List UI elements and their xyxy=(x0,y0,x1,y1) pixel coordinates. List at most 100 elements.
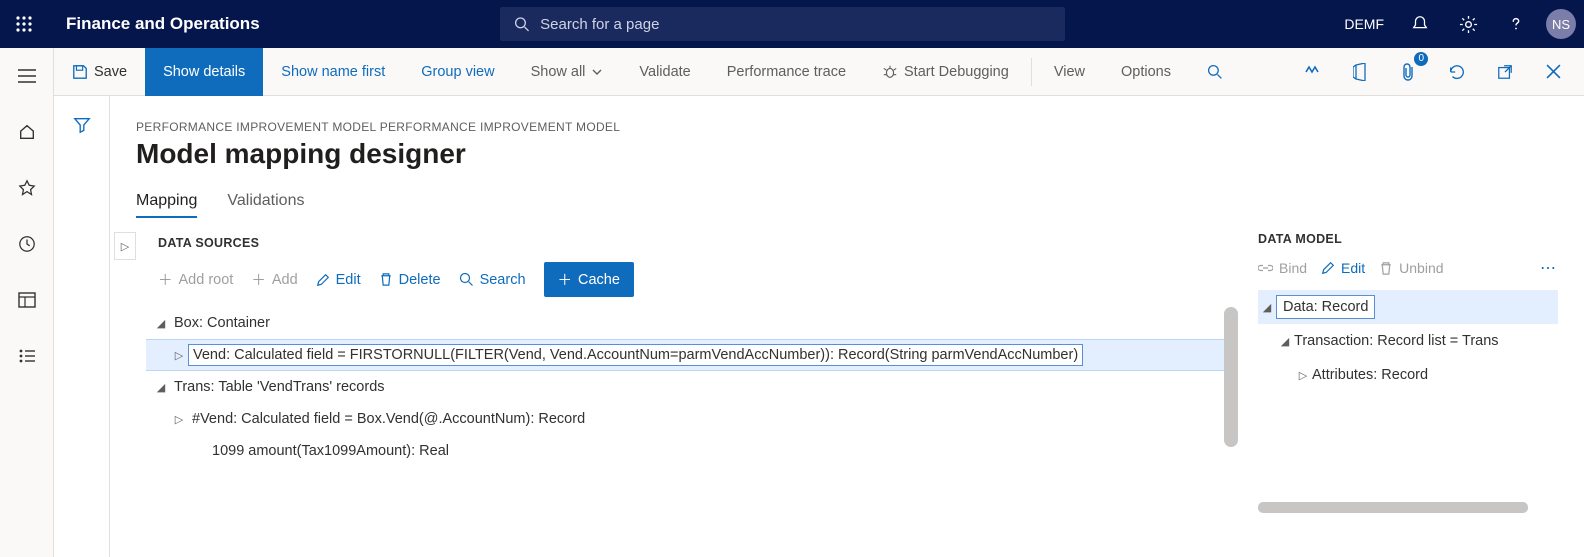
show-details-button[interactable]: Show details xyxy=(145,48,263,96)
tree-node-vend[interactable]: ▷Vend: Calculated field = FIRSTORNULL(FI… xyxy=(146,339,1224,371)
dm-edit-button[interactable]: Edit xyxy=(1321,260,1365,276)
main-panel: PERFORMANCE IMPROVEMENT MODEL PERFORMANC… xyxy=(110,96,1584,557)
notifications-icon[interactable] xyxy=(1398,0,1442,48)
show-name-first-button[interactable]: Show name first xyxy=(263,48,403,96)
search-icon xyxy=(459,272,474,287)
global-search[interactable] xyxy=(500,7,1065,41)
save-icon xyxy=(72,64,88,80)
data-sources-pane: ▷ DATA SOURCES ＋Add root ＋Add Edit Delet… xyxy=(136,232,1224,513)
left-nav-rail xyxy=(0,48,54,557)
add-root-button[interactable]: ＋Add root xyxy=(158,269,233,290)
tree-node-label: #Vend: Calculated field = Box.Vend(@.Acc… xyxy=(188,409,589,429)
tree-node-box[interactable]: ◢Box: Container xyxy=(146,307,1224,339)
performance-trace-button[interactable]: Performance trace xyxy=(709,48,864,96)
data-model-tree: ◢Data: Record ◢Transaction: Record list … xyxy=(1258,290,1558,392)
help-icon[interactable] xyxy=(1494,0,1538,48)
tree-node-hashvend[interactable]: ▷#Vend: Calculated field = Box.Vend(@.Ac… xyxy=(146,403,1224,435)
hamburger-icon[interactable] xyxy=(7,60,47,92)
scrollbar-horizontal[interactable] xyxy=(1258,502,1528,513)
add-root-label: Add root xyxy=(179,272,234,288)
trash-icon xyxy=(379,272,393,287)
more-actions-icon[interactable]: ⋯ xyxy=(1540,258,1558,278)
attach-icon[interactable]: 0 xyxy=(1392,56,1426,88)
action-bar: Save Show details Show name first Group … xyxy=(0,48,1584,96)
show-all-dropdown[interactable]: Show all xyxy=(513,48,622,96)
pencil-icon xyxy=(316,273,330,287)
dm-node-label: Attributes: Record xyxy=(1312,367,1428,383)
caret-down-icon: ◢ xyxy=(1258,301,1276,314)
caret-right-icon: ▷ xyxy=(170,413,188,426)
options-menu[interactable]: Options xyxy=(1103,48,1189,96)
home-icon[interactable] xyxy=(7,116,47,148)
recent-icon[interactable] xyxy=(7,228,47,260)
plus-icon: ＋ xyxy=(558,269,573,290)
performance-trace-label: Performance trace xyxy=(727,64,846,80)
search-icon xyxy=(514,16,530,33)
company-label[interactable]: DEMF xyxy=(1334,16,1394,32)
favorites-icon[interactable] xyxy=(7,172,47,204)
options-label: Options xyxy=(1121,64,1171,80)
personalize-icon[interactable] xyxy=(1296,56,1330,88)
dm-node-attributes[interactable]: ▷Attributes: Record xyxy=(1258,358,1558,392)
popout-icon[interactable] xyxy=(1488,56,1522,88)
ds-search-label: Search xyxy=(480,272,526,288)
plus-icon: ＋ xyxy=(251,269,266,290)
validate-button[interactable]: Validate xyxy=(621,48,708,96)
data-model-pane: DATA MODEL Bind Edit Unbind ⋯ ◢Data: Rec… xyxy=(1258,232,1558,513)
show-name-first-label: Show name first xyxy=(281,64,385,80)
edit-button[interactable]: Edit xyxy=(316,272,361,288)
edit-label: Edit xyxy=(336,272,361,288)
tree-node-label: 1099 amount(Tax1099Amount): Real xyxy=(208,441,453,461)
content-area: PERFORMANCE IMPROVEMENT MODEL PERFORMANC… xyxy=(54,96,1584,557)
tree-node-trans[interactable]: ◢Trans: Table 'VendTrans' records xyxy=(146,371,1224,403)
office-icon[interactable] xyxy=(1344,56,1378,88)
actionbar-search-button[interactable] xyxy=(1189,48,1241,96)
tab-mapping[interactable]: Mapping xyxy=(136,192,197,218)
add-label: Add xyxy=(272,272,298,288)
global-search-input[interactable] xyxy=(540,16,1051,33)
group-view-button[interactable]: Group view xyxy=(403,48,512,96)
delete-button[interactable]: Delete xyxy=(379,272,441,288)
page-title: Model mapping designer xyxy=(136,138,1558,170)
caret-down-icon: ◢ xyxy=(152,317,170,330)
settings-icon[interactable] xyxy=(1446,0,1490,48)
data-sources-heading: DATA SOURCES xyxy=(136,232,1224,250)
workspaces-icon[interactable] xyxy=(7,284,47,316)
data-sources-tree: ◢Box: Container ▷Vend: Calculated field … xyxy=(136,307,1224,467)
modules-icon[interactable] xyxy=(7,340,47,372)
separator xyxy=(1031,58,1032,86)
dm-node-transaction[interactable]: ◢Transaction: Record list = Trans xyxy=(1258,324,1558,358)
ds-search-button[interactable]: Search xyxy=(459,272,526,288)
app-title: Finance and Operations xyxy=(48,14,260,34)
dm-node-label: Data: Record xyxy=(1276,295,1375,319)
attach-badge: 0 xyxy=(1414,52,1428,66)
breadcrumb: PERFORMANCE IMPROVEMENT MODEL PERFORMANC… xyxy=(136,120,1558,134)
unbind-button[interactable]: Unbind xyxy=(1379,260,1443,276)
delete-label: Delete xyxy=(399,272,441,288)
refresh-icon[interactable] xyxy=(1440,56,1474,88)
tree-node-amount[interactable]: 1099 amount(Tax1099Amount): Real xyxy=(146,435,1224,467)
group-view-label: Group view xyxy=(421,64,494,80)
collapse-handle-left[interactable]: ▷ xyxy=(114,232,136,260)
scrollbar-vertical[interactable] xyxy=(1224,307,1238,447)
save-button[interactable]: Save xyxy=(54,48,145,96)
pencil-icon xyxy=(1321,261,1335,275)
close-icon[interactable] xyxy=(1536,56,1570,88)
trash-icon xyxy=(1379,261,1393,276)
cache-button[interactable]: ＋Cache xyxy=(544,262,634,297)
start-debugging-button[interactable]: Start Debugging xyxy=(864,48,1027,96)
user-avatar[interactable]: NS xyxy=(1546,9,1576,39)
bind-label: Bind xyxy=(1279,260,1307,276)
view-label: View xyxy=(1054,64,1085,80)
view-menu[interactable]: View xyxy=(1036,48,1103,96)
app-launcher-icon[interactable] xyxy=(0,0,48,48)
add-button[interactable]: ＋ Add xyxy=(251,269,297,290)
chevron-down-icon xyxy=(591,66,603,78)
tree-node-label: Vend: Calculated field = FIRSTORNULL(FIL… xyxy=(188,344,1083,366)
unbind-label: Unbind xyxy=(1399,260,1443,276)
dm-node-data[interactable]: ◢Data: Record xyxy=(1258,290,1558,324)
filter-icon[interactable] xyxy=(73,116,91,557)
bind-button[interactable]: Bind xyxy=(1258,260,1307,276)
tab-validations[interactable]: Validations xyxy=(227,192,304,218)
search-icon xyxy=(1207,64,1223,80)
